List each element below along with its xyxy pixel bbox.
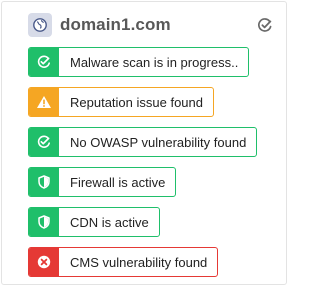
status-badge-malware-scan[interactable]: Malware scan is in progress..: [28, 47, 250, 77]
check-circle-icon: [29, 48, 59, 76]
shield-icon: [29, 168, 59, 196]
status-label: Firewall is active: [70, 174, 166, 190]
status-label: Malware scan is in progress..: [70, 54, 239, 70]
status-label: CDN is active: [70, 214, 149, 230]
shield-icon: [29, 208, 59, 236]
status-badge-firewall[interactable]: Firewall is active: [28, 167, 177, 197]
status-badge-owasp[interactable]: No OWASP vulnerability found: [28, 127, 258, 157]
edit-check-icon[interactable]: [256, 16, 274, 34]
status-label: Reputation issue found: [70, 94, 203, 110]
globe-icon: [28, 13, 52, 37]
check-circle-icon: [29, 128, 59, 156]
status-label: CMS vulnerability found: [70, 254, 208, 270]
status-badge-cdn[interactable]: CDN is active: [28, 207, 160, 237]
card-header: domain1.com: [28, 12, 276, 38]
status-badge-cms[interactable]: CMS vulnerability found: [28, 247, 219, 277]
status-label: No OWASP vulnerability found: [70, 134, 247, 150]
x-circle-icon: [29, 248, 59, 276]
status-badge-reputation[interactable]: Reputation issue found: [28, 87, 214, 117]
domain-card: domain1.com Malware scan is in progress.…: [1, 1, 287, 285]
domain-title[interactable]: domain1.com: [60, 15, 171, 35]
warning-triangle-icon: [29, 88, 59, 116]
